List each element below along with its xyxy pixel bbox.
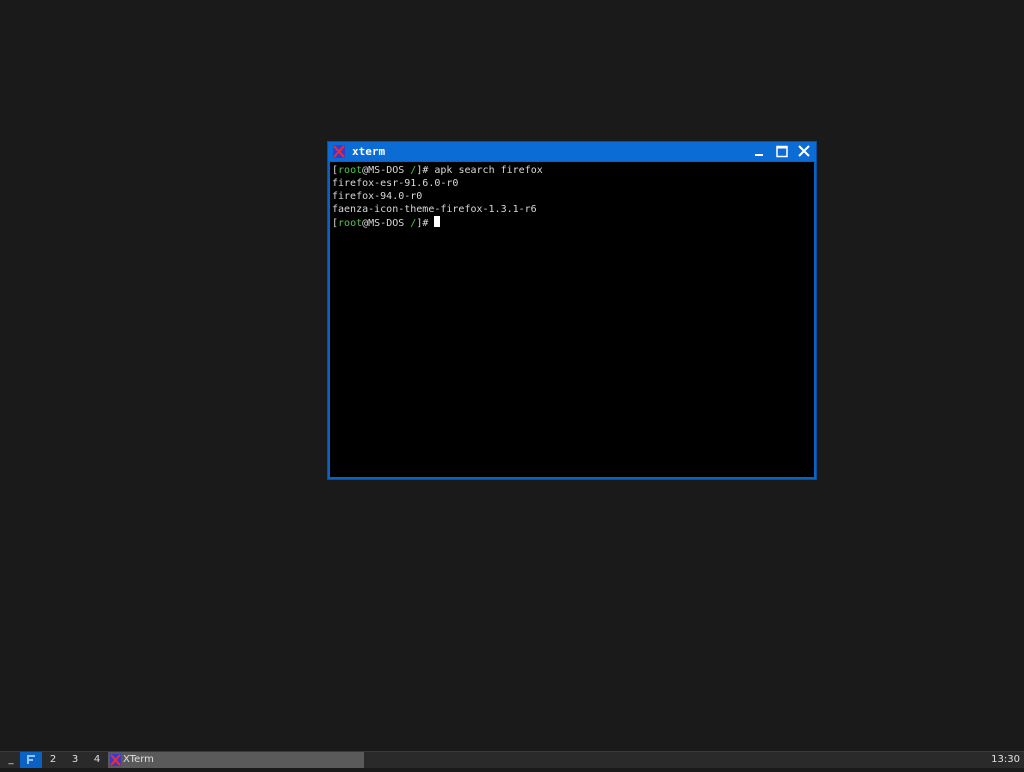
xterm-window[interactable]: xterm [root@MS-DOS /]# apk search firefo…: [327, 141, 817, 480]
terminal-line: [root@MS-DOS /]#: [332, 216, 814, 229]
text-cursor: [434, 216, 441, 227]
workspace-active-icon: [27, 755, 35, 764]
close-icon: [798, 145, 810, 157]
taskbar-task-label: XTerm: [123, 754, 154, 765]
prompt-host: @MS-DOS: [362, 165, 411, 176]
workspace-1-button[interactable]: [20, 752, 42, 768]
workspace-3-button[interactable]: 3: [64, 752, 86, 768]
terminal-line: [root@MS-DOS /]# apk search firefox: [332, 165, 543, 176]
prompt-command: ]# apk search firefox: [416, 165, 543, 176]
prompt-user: root: [338, 218, 363, 229]
xterm-x-icon: [333, 145, 345, 158]
desktop: xterm [root@MS-DOS /]# apk search firefo…: [0, 0, 1024, 751]
taskbar: _ 2 3 4 XTerm 13:30: [0, 751, 1024, 768]
prompt-host: @MS-DOS: [362, 218, 411, 229]
maximize-icon: [776, 145, 788, 158]
taskbar-menu-button[interactable]: _: [2, 752, 20, 768]
window-title: xterm: [352, 145, 386, 158]
terminal-output-line: firefox-94.0-r0: [332, 191, 423, 202]
minimize-icon: [755, 154, 763, 156]
xterm-x-icon: [110, 754, 121, 766]
workspace-2-button[interactable]: 2: [42, 752, 64, 768]
taskbar-task-xterm[interactable]: XTerm: [108, 752, 364, 768]
minimize-button[interactable]: [752, 144, 768, 159]
terminal-area[interactable]: [root@MS-DOS /]# apk search firefox firef…: [330, 162, 814, 477]
terminal-output-line: firefox-esr-91.6.0-r0: [332, 178, 459, 189]
window-titlebar[interactable]: xterm: [328, 142, 816, 161]
prompt-command: ]#: [416, 218, 435, 229]
maximize-button[interactable]: [774, 144, 790, 159]
taskbar-clock: 13:30: [991, 754, 1020, 765]
workspace-4-button[interactable]: 4: [86, 752, 108, 768]
close-button[interactable]: [796, 144, 812, 159]
terminal-output-line: faenza-icon-theme-firefox-1.3.1-r6: [332, 204, 537, 215]
prompt-user: root: [338, 165, 363, 176]
